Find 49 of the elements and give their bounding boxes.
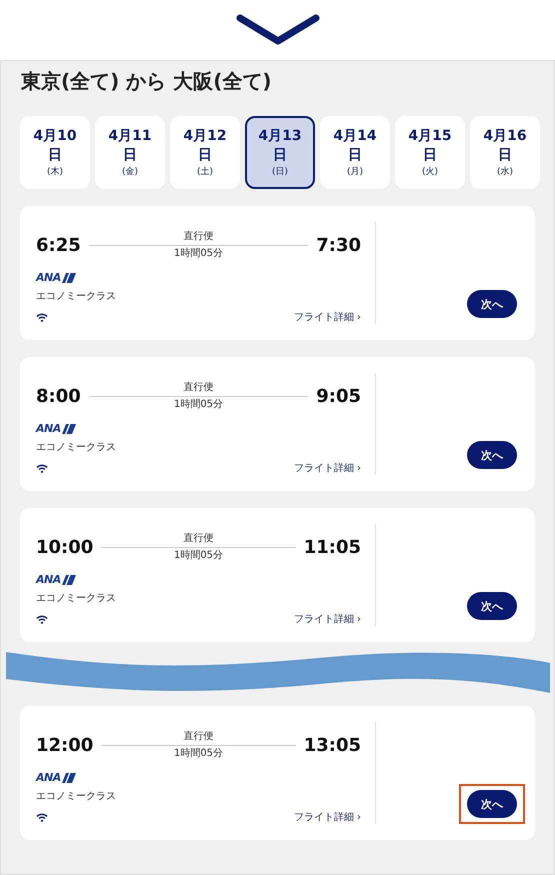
stripes-icon xyxy=(62,574,76,584)
airline-logo: ANA xyxy=(36,573,61,586)
departure-time: 12:00 xyxy=(36,734,94,756)
flight-details-link[interactable]: フライト詳細 › xyxy=(294,612,361,626)
departure-time: 10:00 xyxy=(36,536,94,558)
arrival-time: 13:05 xyxy=(304,734,361,756)
stripes-icon xyxy=(62,424,76,434)
cabin-class: エコノミークラス xyxy=(36,592,117,606)
flight-details-link[interactable]: フライト詳細 › xyxy=(294,810,361,824)
flight-duration: 1時間05分 xyxy=(174,548,224,562)
flight-type: 直行便 xyxy=(184,730,214,744)
chevron-down-icon[interactable] xyxy=(236,14,320,46)
flight-duration: 1時間05分 xyxy=(174,246,224,260)
stripes-icon xyxy=(62,272,76,282)
date-tab[interactable]: 4月11 日 (金) xyxy=(95,116,165,189)
flight-duration: 1時間05分 xyxy=(174,398,224,412)
next-button[interactable]: 次へ xyxy=(467,441,517,469)
date-tab[interactable]: 4月12 日 (土) xyxy=(170,116,240,189)
flight-type: 直行便 xyxy=(184,532,214,546)
airline-logo: ANA xyxy=(36,271,61,284)
date-tab[interactable]: 4月15 日 (火) xyxy=(395,116,465,189)
date-tab[interactable]: 4月16 日 (水) xyxy=(470,116,540,189)
arrival-time: 7:30 xyxy=(316,234,361,256)
flight-duration: 1時間05分 xyxy=(174,746,224,760)
airline-logo: ANA xyxy=(36,422,61,435)
departure-time: 8:00 xyxy=(36,386,81,406)
airline-logo: ANA xyxy=(36,771,61,784)
flight-details-link[interactable]: フライト詳細 › xyxy=(294,310,361,324)
flight-details-link[interactable]: フライト詳細 › xyxy=(294,461,361,475)
date-tab[interactable]: 4月13 日 (日) xyxy=(245,116,315,189)
flight-type: 直行便 xyxy=(184,380,214,394)
next-button[interactable]: 次へ xyxy=(467,592,517,620)
cabin-class: エコノミークラス xyxy=(36,790,117,804)
wifi-icon xyxy=(36,812,48,822)
cabin-class: エコノミークラス xyxy=(36,290,117,304)
wifi-icon xyxy=(36,312,48,322)
next-button[interactable]: 次へ xyxy=(467,290,517,318)
arrival-time: 9:05 xyxy=(316,386,361,406)
date-tab[interactable]: 4月14 日 (月) xyxy=(320,116,390,189)
date-tab[interactable]: 4月10 日 (木) xyxy=(20,116,90,189)
cabin-class: エコノミークラス xyxy=(36,441,117,455)
arrival-time: 11:05 xyxy=(304,536,361,558)
flight-type: 直行便 xyxy=(184,230,214,244)
departure-time: 6:25 xyxy=(36,234,81,256)
stripes-icon xyxy=(62,772,76,782)
wifi-icon xyxy=(36,614,48,624)
route-title: 東京(全て) から 大阪(全て) xyxy=(21,68,272,94)
next-button[interactable]: 次へ xyxy=(467,790,517,818)
wifi-icon xyxy=(36,464,48,472)
